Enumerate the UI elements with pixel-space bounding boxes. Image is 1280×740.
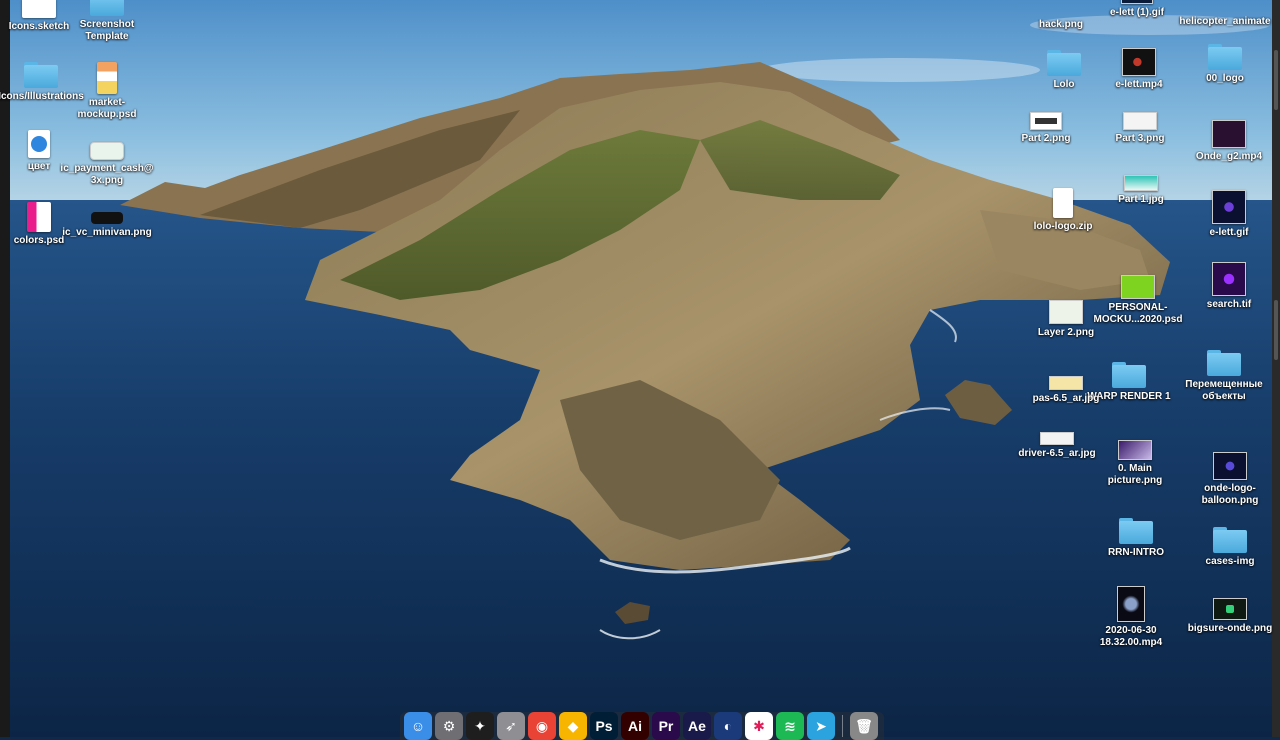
dock-after-effects-icon[interactable]: Ae (683, 712, 711, 740)
folder-icon (1213, 527, 1247, 553)
folder-icon (1208, 44, 1242, 70)
dock-premiere-icon[interactable]: Pr (652, 712, 680, 740)
image-file-icon (1123, 112, 1157, 130)
desktop-file-layer-2[interactable]: Layer 2.png (1021, 300, 1111, 339)
minivan-image-icon (91, 212, 123, 224)
webloc-compass-icon (28, 130, 50, 158)
image-file-icon (1049, 300, 1083, 324)
desktop-file-market-mockup[interactable]: market- mockup.psd (62, 62, 152, 121)
image-file-icon (1040, 432, 1074, 445)
image-file-icon (1049, 376, 1083, 390)
desktop-file-lolo-logo-zip[interactable]: lolo-logo.zip (1018, 188, 1108, 233)
desktop-file-part-1[interactable]: Part 1.jpg (1096, 175, 1186, 206)
image-file-icon (1124, 175, 1158, 191)
dock-telegram-icon[interactable]: ➤ (807, 712, 835, 740)
desktop-folder-cases-img[interactable]: cases-img (1185, 527, 1275, 568)
dock-finder-icon[interactable]: ☺ (404, 712, 432, 740)
dock-illustrator-icon[interactable]: Ai (621, 712, 649, 740)
desktop-file-e-lett-1-gif[interactable]: e-lett (1).gif (1092, 0, 1182, 19)
dock-cinema-4d-icon[interactable]: ◐ (714, 712, 742, 740)
desktop-file-ic-vc-minivan[interactable]: ic_vc_minivan.png (62, 212, 152, 239)
psd-file-icon (97, 62, 117, 94)
video-file-icon (1117, 586, 1145, 622)
desktop-file-main-picture[interactable]: 0. Main picture.png (1090, 440, 1180, 487)
image-file-icon (1118, 440, 1152, 460)
image-file-icon (1213, 452, 1247, 480)
desktop-file-ic-payment-cash[interactable]: ic_payment_cash@ 3x.png (60, 142, 154, 187)
desktop-file-onde-logo-balloon[interactable]: onde-logo- balloon.png (1185, 452, 1275, 507)
dock-spotify-icon[interactable]: ≋ (776, 712, 804, 740)
folder-icon (1119, 518, 1153, 544)
desktop-file-driver-65[interactable]: driver-6.5_ar.jpg (1012, 432, 1102, 460)
psd-file-icon (27, 202, 51, 232)
image-file-icon (1030, 112, 1062, 130)
desktop-file-part-2[interactable]: Part 2.png (1001, 112, 1091, 145)
psd-file-icon (1121, 275, 1155, 299)
dock-trash-icon[interactable]: 🗑 (850, 712, 878, 740)
sketch-file-icon (22, 0, 56, 18)
dock-photoshop-icon[interactable]: Ps (590, 712, 618, 740)
desktop-folder-rrn-intro[interactable]: RRN-INTRO (1091, 518, 1181, 559)
dock: ☺ ⚙ ✦ ➶ ◉ ◆ Ps Ai Pr Ae ◐ ✱ ≋ ➤ 🗑 (400, 712, 884, 740)
gif-image-icon (1121, 0, 1153, 4)
dock-separator (842, 715, 843, 737)
desktop-file-helicopter-animate[interactable]: helicopter_animate (1179, 13, 1270, 28)
dock-figma-icon[interactable]: ✦ (466, 712, 494, 740)
video-file-icon (1122, 48, 1156, 76)
dock-launchpad-icon[interactable]: ➶ (497, 712, 525, 740)
desktop-file-screenshot-template[interactable]: Screenshot Template (62, 0, 152, 43)
folder-icon (24, 62, 58, 88)
dock-slack-icon[interactable]: ✱ (745, 712, 773, 740)
folder-icon (1112, 362, 1146, 388)
desktop-file-part-3[interactable]: Part 3.png (1095, 112, 1185, 145)
folder-icon (90, 0, 124, 16)
cash-image-icon (90, 142, 124, 160)
desktop-file-onde-g2[interactable]: Onde_g2.mp4 (1184, 120, 1274, 163)
folder-icon (1047, 50, 1081, 76)
desktop-file-pas-65[interactable]: pas-6.5_ar.jpg (1021, 376, 1111, 405)
gif-image-icon (1212, 190, 1246, 224)
dock-sketch-icon[interactable]: ◆ (559, 712, 587, 740)
dock-system-preferences-icon[interactable]: ⚙ (435, 712, 463, 740)
desktop-folder-00-logo[interactable]: 00_logo (1180, 44, 1270, 85)
window-edge-left (0, 0, 10, 737)
folder-icon (1207, 350, 1241, 376)
desktop-file-screen-recording[interactable]: 2020-06-30 18.32.00.mp4 (1086, 586, 1176, 649)
desktop-file-e-lett-gif[interactable]: e-lett.gif (1184, 190, 1274, 239)
tif-image-icon (1212, 262, 1246, 296)
desktop-file-e-lett-mp4[interactable]: e-lett.mp4 (1094, 48, 1184, 91)
video-file-icon (1212, 120, 1246, 148)
zip-file-icon (1053, 188, 1073, 218)
desktop-file-bigsure-onde[interactable]: bigsure-onde.png (1185, 598, 1275, 635)
desktop-file-search-tif[interactable]: search.tif (1184, 262, 1274, 311)
desktop-folder-moved-objects[interactable]: Перемещенные объекты (1179, 350, 1269, 403)
dock-chrome-icon[interactable]: ◉ (528, 712, 556, 740)
image-file-icon (1213, 598, 1247, 620)
